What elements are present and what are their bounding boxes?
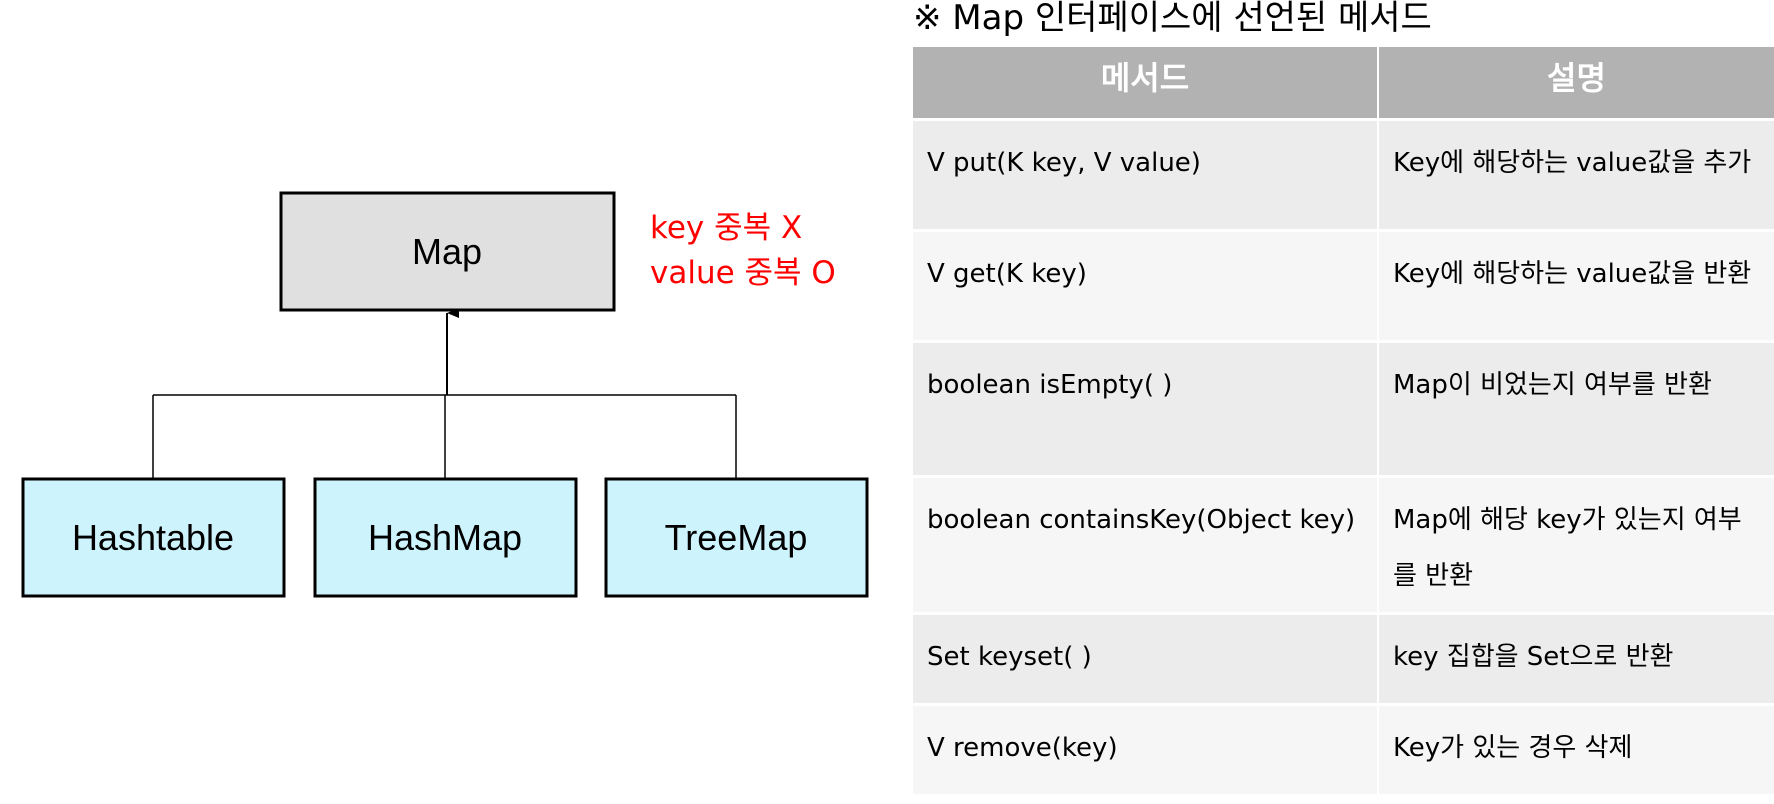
hashtable-node: Hashtable bbox=[21, 477, 286, 598]
header-description: 설명 bbox=[1378, 47, 1774, 119]
class-hierarchy-diagram: Map Hashtable HashMap TreeMap bbox=[21, 191, 869, 598]
method-cell: V put(K key, V value) bbox=[913, 117, 1379, 230]
hashmap-node: HashMap bbox=[313, 477, 578, 598]
table-title: ※ Map 인터페이스에 선언된 메서드 bbox=[913, 0, 1432, 38]
header-method: 메서드 bbox=[913, 47, 1379, 119]
method-cell: V get(K key) bbox=[913, 228, 1379, 341]
description-cell: key 집합을 Set으로 반환 bbox=[1378, 611, 1774, 704]
duplicate-rule-note: key 중복 X value 중복 O bbox=[650, 206, 836, 296]
table-row: boolean containsKey(Object key) Map에 해당 … bbox=[913, 474, 1774, 613]
method-cell: Set keyset( ) bbox=[913, 611, 1379, 704]
description-cell: Key에 해당하는 value값을 반환 bbox=[1378, 228, 1774, 341]
map-node: Map bbox=[279, 191, 616, 312]
description-cell: Map에 해당 key가 있는지 여부를 반환 bbox=[1378, 474, 1774, 613]
hashmap-node-label: HashMap bbox=[368, 517, 522, 558]
method-table: 메서드 설명 V put(K key, V value) Key에 해당하는 v… bbox=[913, 47, 1774, 794]
table-row: V put(K key, V value) Key에 해당하는 value값을 … bbox=[913, 117, 1774, 230]
description-cell: Map이 비었는지 여부를 반환 bbox=[1378, 339, 1774, 476]
table-row: Set keyset( ) key 집합을 Set으로 반환 bbox=[913, 611, 1774, 704]
table-row: V remove(key) Key가 있는 경우 삭제 bbox=[913, 702, 1774, 794]
treemap-node-label: TreeMap bbox=[665, 517, 808, 558]
description-cell: Key에 해당하는 value값을 추가 bbox=[1378, 117, 1774, 230]
table-row: V get(K key) Key에 해당하는 value값을 반환 bbox=[913, 228, 1774, 341]
method-cell: V remove(key) bbox=[913, 702, 1379, 794]
note-line-value: value 중복 O bbox=[650, 255, 836, 291]
map-node-label: Map bbox=[412, 231, 482, 272]
hashtable-node-label: Hashtable bbox=[72, 517, 234, 558]
treemap-node: TreeMap bbox=[604, 477, 869, 598]
note-line-key: key 중복 X bbox=[650, 210, 803, 246]
table-header-row: 메서드 설명 bbox=[913, 47, 1774, 119]
method-cell: boolean isEmpty( ) bbox=[913, 339, 1379, 476]
description-cell: Key가 있는 경우 삭제 bbox=[1378, 702, 1774, 794]
method-cell: boolean containsKey(Object key) bbox=[913, 474, 1379, 613]
table-row: boolean isEmpty( ) Map이 비었는지 여부를 반환 bbox=[913, 339, 1774, 476]
